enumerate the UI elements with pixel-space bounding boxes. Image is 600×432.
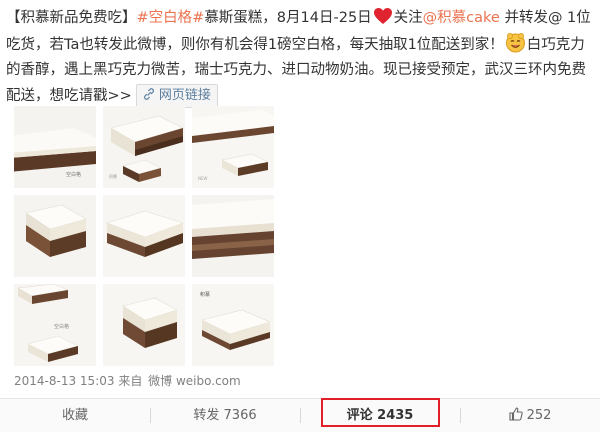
like-button[interactable]: 252 xyxy=(460,399,600,432)
cake-photo-5[interactable] xyxy=(103,195,185,277)
web-link-button[interactable]: 网页链接 xyxy=(135,83,218,108)
comment-highlight-box xyxy=(321,398,440,427)
follow-text: 关注 xyxy=(393,10,423,26)
post-meta: 2014-8-13 15:03 来自 微博 weibo.com xyxy=(14,372,241,389)
action-bar: 收藏 转发 7366 评论 2435 252 xyxy=(0,398,600,432)
post-text: 【积慕新品免费吃】#空白格#慕斯蛋糕，8月14日-25日 关注@积慕cake 并转… xyxy=(6,6,594,109)
post-title: 【积慕新品免费吃】 xyxy=(6,10,137,26)
topic-tag-link[interactable]: #空白格# xyxy=(137,10,205,26)
link-icon xyxy=(143,87,154,100)
like-count: 252 xyxy=(526,408,552,423)
thumbs-up-icon xyxy=(509,407,523,421)
cake-photo-1[interactable]: 空白格 xyxy=(14,106,96,188)
cake-photo-3[interactable]: NEW xyxy=(192,106,274,188)
svg-text:积慕: 积慕 xyxy=(109,173,117,179)
cake-photo-2[interactable]: 积慕 xyxy=(103,106,185,188)
repost-label: 转发 7366 xyxy=(193,408,257,423)
cake-photo-9[interactable]: 积慕 xyxy=(192,284,274,366)
post-date-text: 慕斯蛋糕，8月14日-25日 xyxy=(204,10,372,26)
post-time-link[interactable]: 2014-8-13 15:03 xyxy=(14,374,115,388)
source-prefix: 来自 xyxy=(118,374,143,388)
svg-text:空白格: 空白格 xyxy=(66,171,81,178)
cake-photo-4[interactable] xyxy=(14,195,96,277)
source-link[interactable]: 微博 weibo.com xyxy=(148,374,241,388)
cake-photo-7[interactable]: 空白格 xyxy=(14,284,96,366)
cake-photo-6[interactable] xyxy=(192,195,274,277)
svg-text:空白格: 空白格 xyxy=(54,323,69,330)
favorite-button[interactable]: 收藏 xyxy=(0,399,150,432)
mention-link[interactable]: @积慕cake xyxy=(423,10,500,26)
repost-button[interactable]: 转发 7366 xyxy=(150,399,300,432)
photo-grid: 空白格 积慕 NEW 空白格 积慕 xyxy=(14,106,274,368)
cake-photo-8[interactable] xyxy=(103,284,185,366)
heart-icon xyxy=(373,8,392,24)
svg-text:NEW: NEW xyxy=(198,176,208,181)
favorite-label: 收藏 xyxy=(61,408,88,423)
yummy-face-icon xyxy=(505,32,525,52)
web-link-label: 网页链接 xyxy=(158,87,211,103)
svg-text:积慕: 积慕 xyxy=(200,291,210,298)
